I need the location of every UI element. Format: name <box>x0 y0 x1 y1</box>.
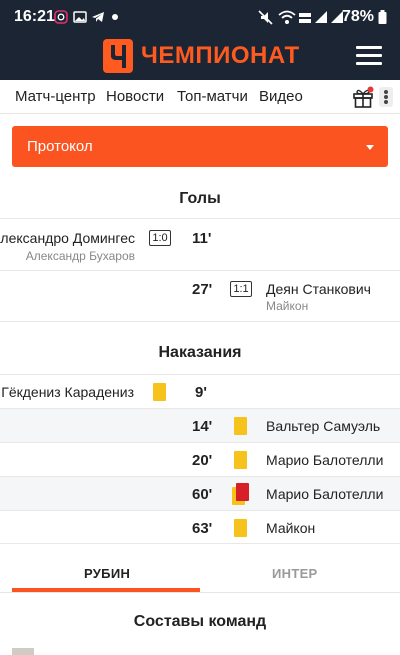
goal-assist[interactable]: Александр Бухаров <box>26 249 135 263</box>
tab-home-team[interactable]: РУБИН <box>84 566 130 581</box>
goal-row: 27' 1:1 Деян Станкович Майкон <box>0 270 400 322</box>
caret-down-icon <box>366 145 374 150</box>
protocol-label: Протокол <box>27 138 93 155</box>
red-card-icon <box>236 483 249 501</box>
more-options-icon[interactable] <box>379 87 393 107</box>
penalty-player[interactable]: Марио Балотелли <box>266 486 383 502</box>
yellow-card-icon <box>234 417 247 435</box>
gift-icon[interactable] <box>352 86 374 108</box>
app-header: ЧЕМПИОНАТ <box>0 34 400 80</box>
top-nav: Матч-центр Новости Топ-матчи Видео <box>0 80 400 114</box>
penalty-row: 20' Марио Балотелли <box>0 442 400 476</box>
penalty-minute: 63' <box>192 520 213 537</box>
status-time: 16:21 <box>14 8 55 25</box>
penalties-title: Наказания <box>158 344 242 361</box>
mute-icon <box>258 10 273 25</box>
protocol-dropdown[interactable]: Протокол <box>12 126 388 167</box>
status-bar: 16:21 78% <box>0 0 400 34</box>
team-tabs: РУБИН ИНТЕР <box>0 555 400 593</box>
nav-item-news[interactable]: Новости <box>106 88 164 105</box>
nav-item-top-matches[interactable]: Топ-матчи <box>177 88 248 105</box>
nav-item-video[interactable]: Видео <box>259 88 303 105</box>
goal-minute: 27' <box>192 281 213 298</box>
penalty-player[interactable]: Марио Балотелли <box>266 452 383 468</box>
goal-player[interactable]: Александро Домингес <box>0 230 135 246</box>
goal-score: 1:0 <box>149 230 171 246</box>
goal-row: Александро Домингес Александр Бухаров 1:… <box>0 218 400 270</box>
instagram-icon <box>54 10 68 24</box>
logo-mark-icon <box>103 39 133 73</box>
penalty-player[interactable]: Гёкдениз Карадениз <box>1 384 134 400</box>
dot-icon <box>112 14 118 20</box>
goal-score: 1:1 <box>230 281 252 297</box>
penalty-minute: 20' <box>192 452 213 469</box>
team-logo <box>12 648 34 655</box>
penalty-player[interactable]: Майкон <box>266 520 315 536</box>
battery-icon <box>378 10 387 24</box>
nav-item-match-center[interactable]: Матч-центр <box>15 88 96 105</box>
tab-away-team[interactable]: ИНТЕР <box>272 566 318 581</box>
wifi-icon <box>278 10 296 24</box>
telegram-icon <box>92 12 104 22</box>
goal-assist[interactable]: Майкон <box>266 299 308 313</box>
lineups-title: Составы команд <box>133 613 267 630</box>
active-tab-indicator <box>12 588 200 592</box>
menu-icon[interactable] <box>356 46 382 66</box>
logo[interactable]: ЧЕМПИОНАТ <box>103 38 300 74</box>
penalty-row: 60' Марио Балотелли <box>0 476 400 510</box>
logo-text: ЧЕМПИОНАТ <box>141 42 300 69</box>
penalty-row: 63' Майкон <box>0 510 400 544</box>
signal-icon <box>315 11 327 23</box>
image-icon <box>73 11 87 23</box>
yellow-card-icon <box>234 451 247 469</box>
penalty-row: 14' Вальтер Самуэль <box>0 408 400 442</box>
penalty-minute: 14' <box>192 418 213 435</box>
volte-icon <box>299 13 311 23</box>
yellow-card-icon <box>234 519 247 537</box>
battery-level: 78% <box>341 8 374 25</box>
goals-title: Голы <box>179 190 221 207</box>
goal-minute: 11' <box>192 230 212 247</box>
penalty-player[interactable]: Вальтер Самуэль <box>266 418 380 434</box>
penalty-minute: 9' <box>195 384 207 401</box>
goal-player[interactable]: Деян Станкович <box>266 281 371 297</box>
penalty-minute: 60' <box>192 486 213 503</box>
yellow-card-icon <box>153 383 166 401</box>
penalty-row: Гёкдениз Карадениз 9' <box>0 374 400 408</box>
